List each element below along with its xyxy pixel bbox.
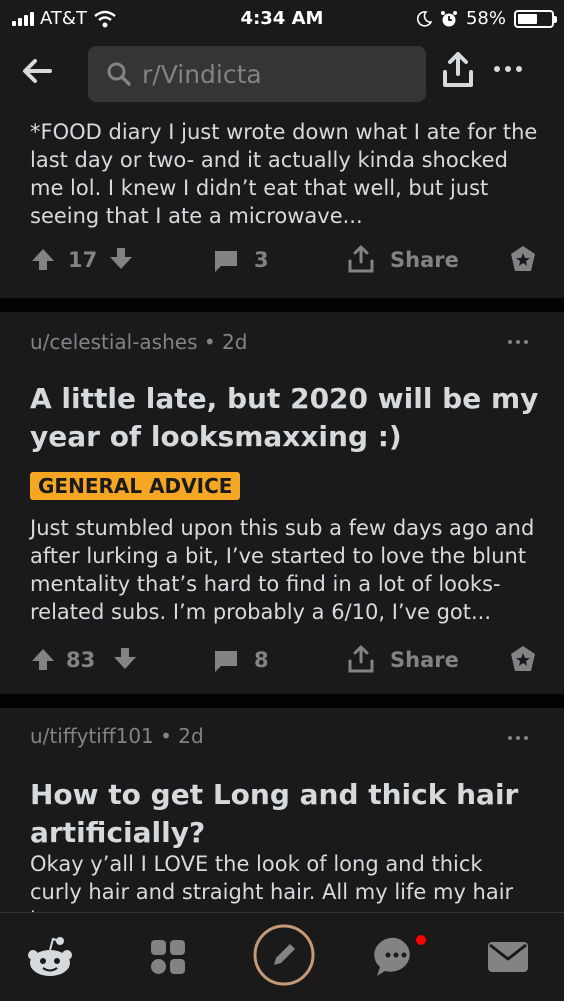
battery-percent: 58%: [465, 8, 506, 29]
comment-count: 8: [254, 648, 269, 672]
status-bar: AT&T 4:34 AM 58%: [0, 0, 564, 36]
nav-home[interactable]: [24, 931, 76, 983]
post-actions: 83 8 Share: [0, 640, 564, 680]
upvote-icon[interactable]: [30, 646, 56, 672]
battery-icon: [514, 9, 557, 28]
post-author[interactable]: u/celestial-ashes: [30, 330, 198, 354]
post-title[interactable]: A little late, but 2020 will be my year …: [30, 380, 540, 456]
share-icon[interactable]: [346, 644, 376, 674]
search-bar[interactable]: r/Vindicta: [88, 46, 426, 102]
search-icon: [107, 62, 131, 86]
comment-icon[interactable]: [212, 248, 240, 274]
post-title[interactable]: How to get Long and thick hair artificia…: [30, 776, 540, 852]
notification-dot: [416, 935, 426, 945]
post-meta: u/celestial-ashes • 2d: [30, 330, 247, 354]
post-separator: [0, 298, 564, 312]
post-meta: u/tiffytiff101 • 2d: [30, 724, 204, 748]
nav-chat[interactable]: [370, 931, 422, 983]
post-menu-icon[interactable]: [508, 736, 528, 740]
post-author[interactable]: u/tiffytiff101: [30, 724, 154, 748]
chat-icon: [374, 937, 410, 976]
post-body: Just stumbled upon this sub a few days a…: [30, 516, 535, 624]
post-body: *FOOD diary I just wrote down what I ate…: [30, 120, 538, 228]
share-label[interactable]: Share: [390, 648, 459, 672]
bottom-nav: [0, 912, 564, 1001]
more-icon[interactable]: [494, 54, 538, 84]
alarm-icon: [440, 10, 457, 26]
meta-separator: •: [203, 330, 223, 354]
search-text: r/Vindicta: [142, 59, 262, 89]
share-icon[interactable]: [440, 50, 476, 90]
post-separator: [0, 694, 564, 708]
vote-count: 17: [68, 248, 98, 272]
award-icon[interactable]: [508, 244, 538, 274]
meta-separator: •: [160, 724, 179, 748]
post-age: 2d: [178, 724, 204, 748]
top-bar: r/Vindicta: [0, 36, 564, 112]
share-icon[interactable]: [346, 244, 376, 274]
back-arrow-icon[interactable]: [16, 50, 58, 92]
post-card[interactable]: *FOOD diary I just wrote down what I ate…: [0, 112, 564, 298]
nav-communities[interactable]: [142, 931, 194, 983]
nav-create[interactable]: [252, 923, 316, 987]
moon-icon: [416, 10, 432, 27]
nav-inbox[interactable]: [482, 931, 534, 983]
comment-count: 3: [254, 248, 269, 272]
downvote-icon[interactable]: [108, 246, 134, 272]
post-menu-icon[interactable]: [508, 340, 528, 344]
create-post-icon: [253, 924, 315, 986]
post-card[interactable]: u/tiffytiff101 • 2d How to get Long and …: [0, 708, 564, 912]
vote-count: 83: [66, 648, 96, 672]
award-icon[interactable]: [508, 644, 538, 674]
downvote-icon[interactable]: [112, 646, 138, 672]
post-age: 2d: [222, 330, 248, 354]
post-card[interactable]: u/celestial-ashes • 2d A little late, bu…: [0, 312, 564, 694]
post-body: Okay y’all I LOVE the look of long and t…: [30, 852, 514, 912]
comment-icon[interactable]: [212, 648, 240, 674]
reddit-home-icon: [28, 937, 72, 976]
inbox-icon: [488, 942, 528, 972]
communities-icon: [151, 940, 185, 974]
post-actions: 17 3 Share: [0, 240, 564, 280]
upvote-icon[interactable]: [30, 246, 56, 272]
share-label[interactable]: Share: [390, 248, 459, 272]
post-flair[interactable]: GENERAL ADVICE: [30, 472, 241, 500]
